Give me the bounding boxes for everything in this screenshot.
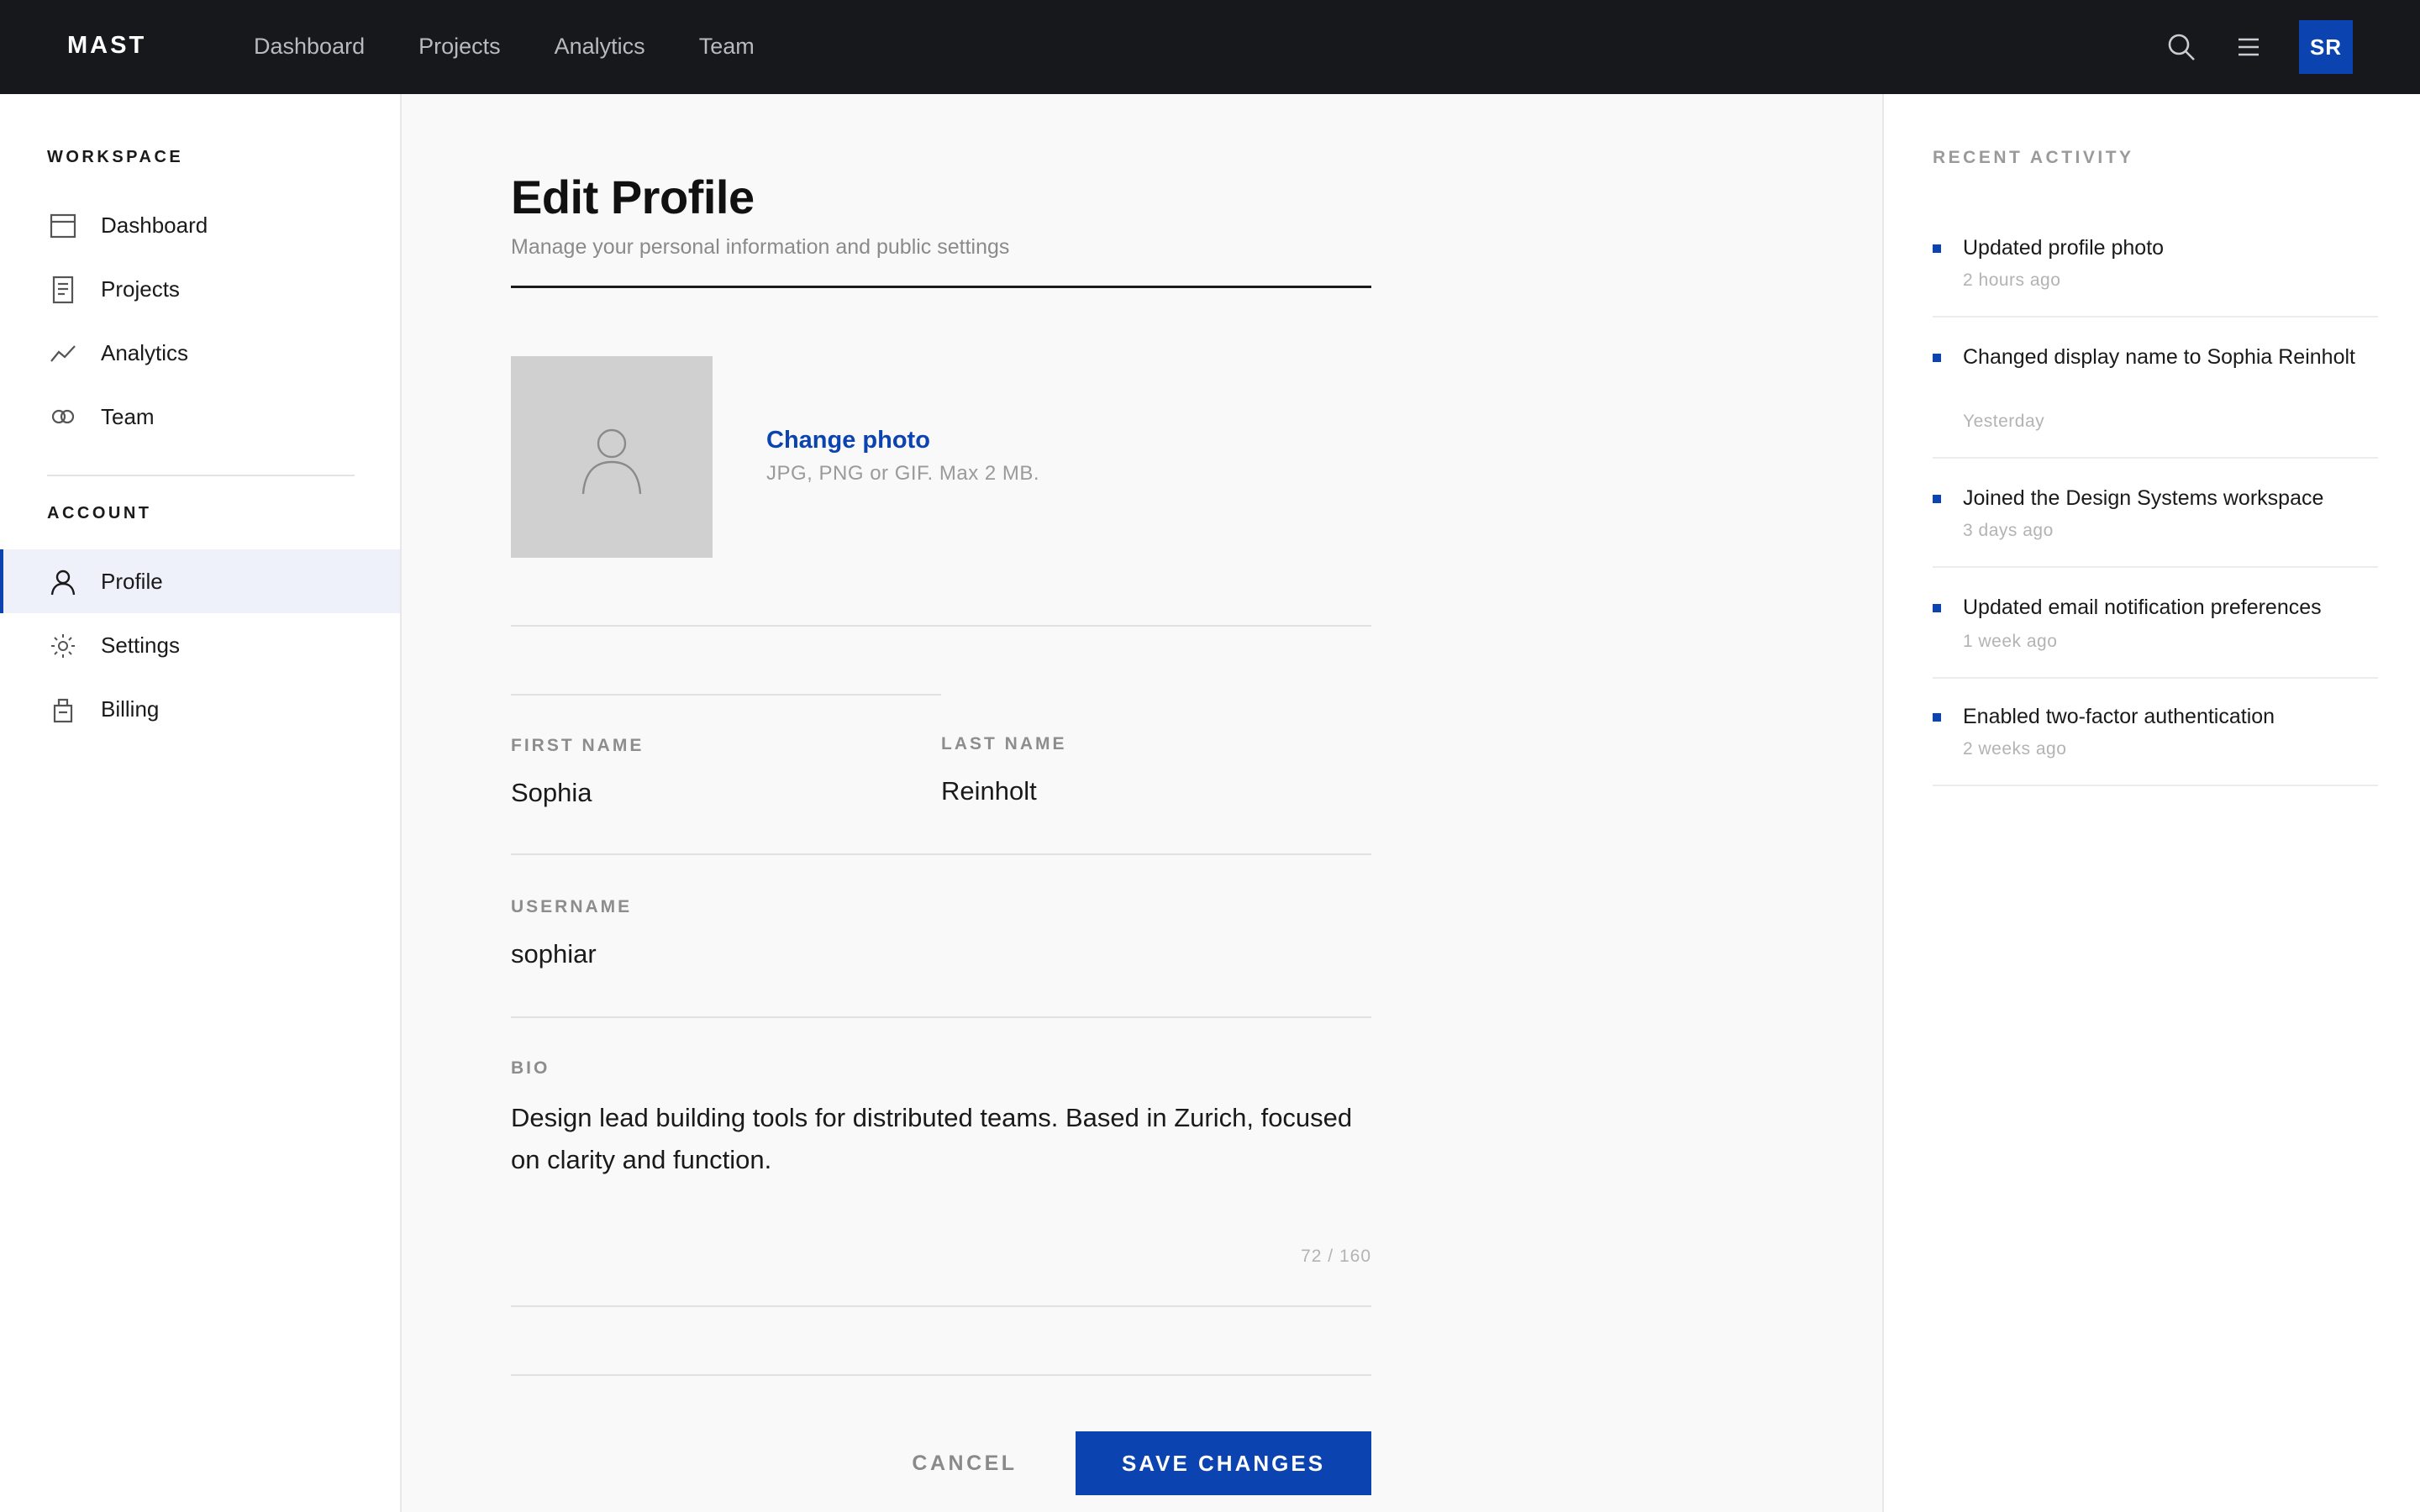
sidebar-item-label: Dashboard (101, 213, 208, 238)
sidebar-item-settings[interactable]: Settings (0, 613, 400, 677)
section-divider (511, 625, 1371, 627)
sidebar-item-billing[interactable]: Billing (0, 677, 400, 741)
sidebar-item-label: Projects (101, 276, 180, 302)
first-name-field[interactable]: Sophia (511, 778, 592, 808)
main-content: Edit Profile Manage your personal inform… (402, 94, 1882, 1512)
cancel-button[interactable]: CANCEL (872, 1431, 1057, 1495)
brand-logo[interactable]: MAST (67, 32, 146, 60)
activity-bullet (1933, 713, 1941, 722)
sidebar-divider (47, 475, 355, 476)
bio-character-counter: 72 / 160 (1301, 1247, 1371, 1266)
workspace-heading: WORKSPACE (47, 148, 184, 166)
actions-divider (511, 1374, 1371, 1376)
save-changes-button[interactable]: SAVE CHANGES (1076, 1431, 1371, 1495)
user-icon (49, 568, 77, 596)
activity-time: 3 days ago (1963, 521, 2054, 540)
team-icon (49, 403, 77, 432)
sidebar-item-profile[interactable]: Profile (0, 549, 400, 613)
sidebar-item-analytics[interactable]: Analytics (0, 321, 400, 385)
sidebar-item-label: Settings (101, 633, 180, 658)
activity-item: Changed display name to Sophia Reinholt … (1933, 341, 2378, 459)
activity-bullet (1933, 244, 1941, 253)
search-icon[interactable] (2165, 30, 2198, 64)
activity-item: Joined the Design Systems workspace 3 da… (1933, 482, 2378, 568)
top-nav: Dashboard Projects Analytics Team (254, 34, 755, 60)
field-top-divider (511, 694, 941, 696)
user-avatar[interactable]: SR (2299, 20, 2353, 74)
activity-time: 2 weeks ago (1963, 739, 2067, 759)
title-divider (511, 286, 1371, 288)
top-bar: MAST Dashboard Projects Analytics Team S… (0, 0, 2420, 94)
bio-textarea[interactable]: Design lead building tools for distribut… (511, 1097, 1371, 1181)
activity-text: Joined the Design Systems workspace (1963, 486, 2324, 510)
dashboard-icon (49, 212, 77, 240)
activity-text: Updated email notification preferences (1963, 596, 2322, 619)
activity-item: Updated profile photo 2 hours ago (1933, 232, 2378, 318)
billing-icon (49, 696, 77, 724)
username-field[interactable]: sophiar (511, 939, 597, 969)
activity-bullet (1933, 495, 1941, 503)
username-divider (511, 1016, 1371, 1018)
document-icon (49, 276, 77, 304)
sidebar-item-label: Analytics (101, 340, 189, 365)
top-nav-projects[interactable]: Projects (418, 34, 501, 60)
chart-line-icon (49, 339, 77, 368)
sidebar-item-team[interactable]: Team (0, 385, 400, 449)
activity-bullet (1933, 354, 1941, 362)
page-title: Edit Profile (511, 171, 755, 223)
sidebar-item-label: Profile (101, 569, 163, 594)
bio-label: BIO (511, 1058, 550, 1078)
top-nav-analytics[interactable]: Analytics (555, 34, 645, 60)
last-name-field[interactable]: Reinholt (941, 776, 1037, 806)
settings-icon (49, 632, 77, 660)
bio-divider (511, 1305, 1371, 1307)
last-name-label: LAST NAME (941, 734, 1067, 753)
activity-item: Enabled two-factor authentication 2 week… (1933, 701, 2378, 786)
top-nav-dashboard[interactable]: Dashboard (254, 34, 365, 60)
activity-item: Updated email notification preferences 1… (1933, 591, 2378, 679)
username-label: USERNAME (511, 897, 633, 916)
activity-time: 1 week ago (1963, 632, 2058, 651)
activity-bullet (1933, 604, 1941, 612)
first-name-label: FIRST NAME (511, 736, 644, 755)
sidebar-item-label: Billing (101, 696, 160, 722)
menu-icon[interactable] (2232, 30, 2265, 64)
sidebar: WORKSPACE Dashboard Projects Analytics T… (0, 94, 402, 1512)
user-placeholder-icon (581, 428, 642, 494)
sidebar-item-label: Team (101, 404, 155, 429)
page-subtitle: Manage your personal information and pub… (511, 235, 1010, 259)
recent-activity-heading: RECENT ACTIVITY (1933, 148, 2134, 167)
profile-photo[interactable] (511, 356, 713, 558)
activity-time: Yesterday (1963, 412, 2045, 431)
sidebar-item-projects[interactable]: Projects (0, 257, 400, 321)
activity-text: Updated profile photo (1963, 236, 2165, 260)
change-photo-link[interactable]: Change photo (766, 427, 930, 454)
activity-text: Enabled two-factor authentication (1963, 705, 2275, 728)
sidebar-item-dashboard[interactable]: Dashboard (0, 193, 400, 257)
activity-text: Changed display name to Sophia Reinholt (1963, 345, 2355, 369)
account-heading: ACCOUNT (47, 504, 152, 522)
top-nav-team[interactable]: Team (699, 34, 755, 60)
name-field-divider (511, 853, 1371, 855)
activity-time: 2 hours ago (1963, 270, 2061, 290)
recent-activity-panel: RECENT ACTIVITY Updated profile photo 2 … (1882, 94, 2420, 1512)
photo-hint: JPG, PNG or GIF. Max 2 MB. (766, 462, 1040, 485)
